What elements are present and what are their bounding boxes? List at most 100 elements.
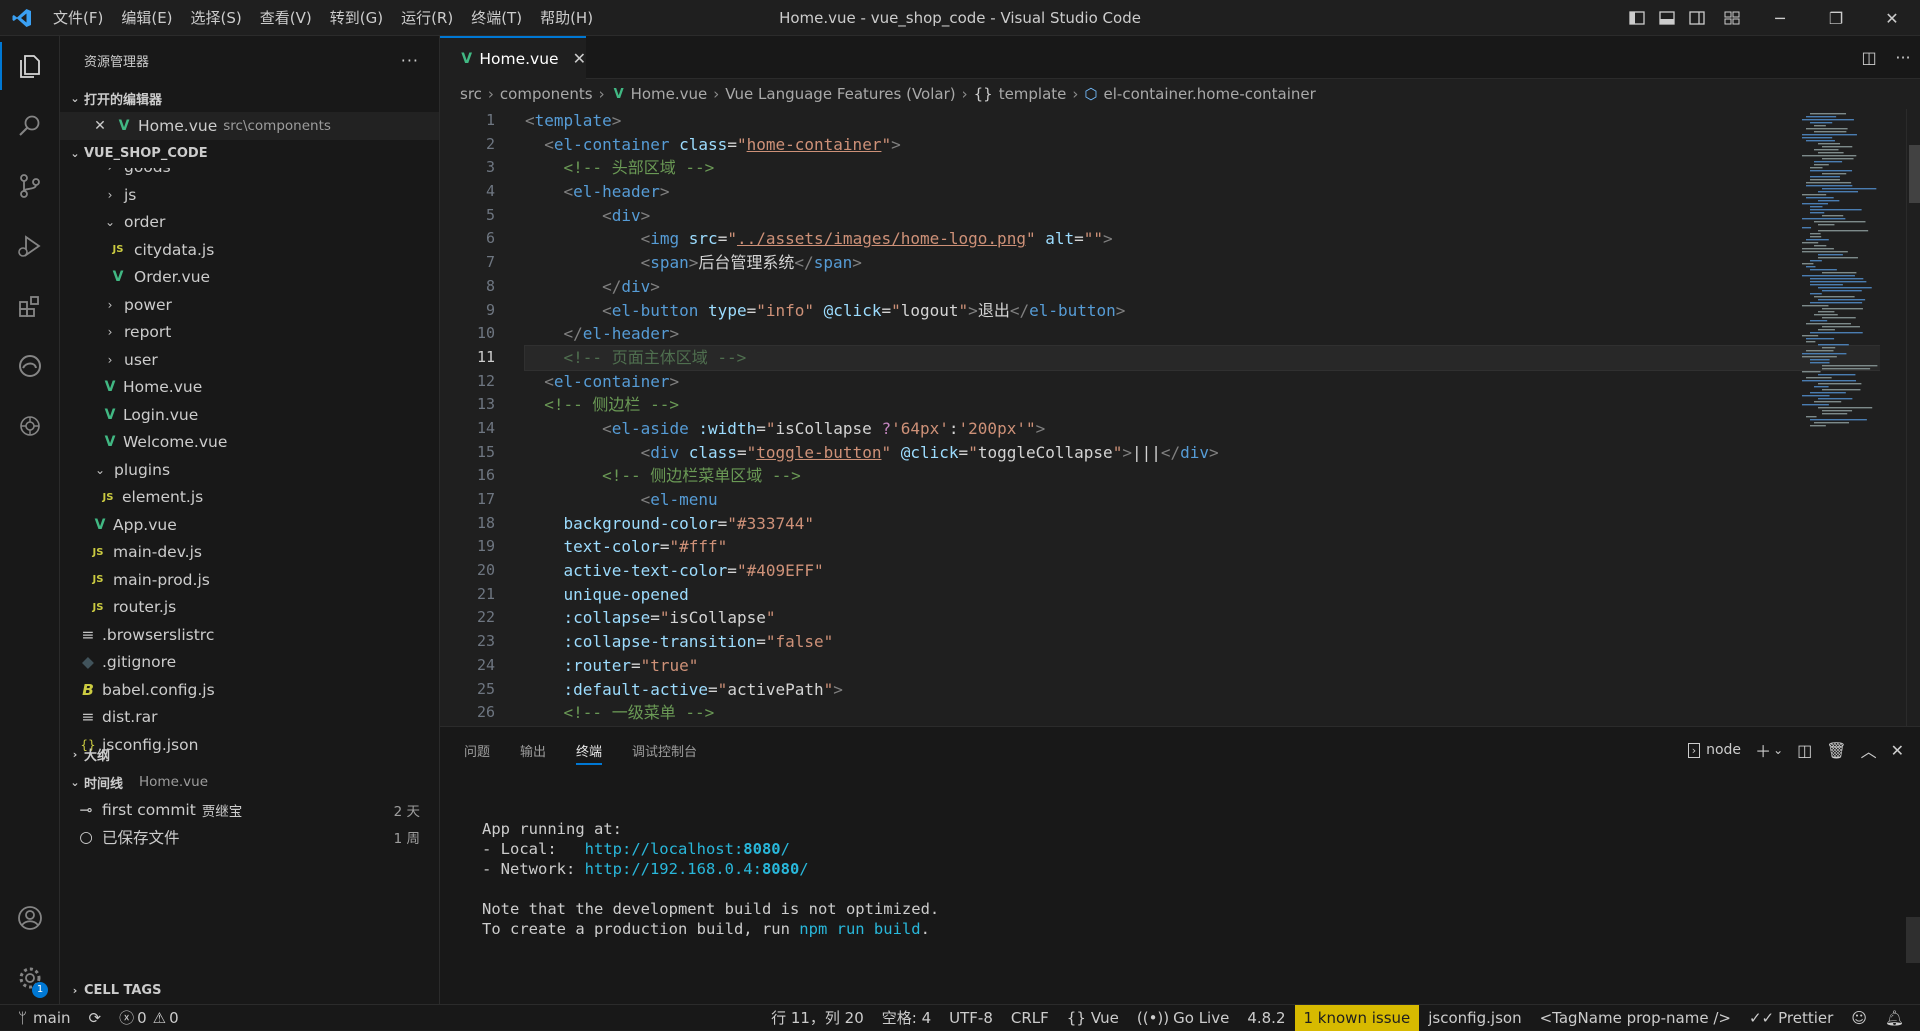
search-icon[interactable] [0,96,60,156]
more-actions-icon[interactable]: ··· [1886,48,1920,67]
timeline-item[interactable]: ○ 已保存文件 1 周 [60,824,440,852]
minimize-icon[interactable]: ─ [1752,0,1808,36]
known-issue-badge[interactable]: 1 known issue [1294,1004,1420,1031]
tree-item[interactable]: V Order.vue [60,264,439,292]
scrollbar-thumb[interactable] [1909,145,1920,203]
tree-item[interactable]: V Welcome.vue [60,429,439,457]
menu-file[interactable]: 文件(F) [44,7,112,28]
tree-item[interactable]: JS router.js [60,594,439,622]
toggle-secondary-sidebar-icon[interactable] [1682,0,1712,36]
shell-name[interactable]: node [1706,742,1741,758]
tree-item[interactable]: V Home.vue [60,374,439,402]
notifications-bell-icon[interactable]: 🔔︎ [1876,1005,1920,1031]
close-tab-icon[interactable]: ✕ [573,49,586,68]
minimap[interactable] [1798,109,1908,429]
open-editor-item[interactable]: ✕ V Home.vue src\components [60,112,439,140]
tree-item[interactable]: ◆ .gitignore [60,649,439,677]
toggle-panel-icon[interactable] [1652,0,1682,36]
tab-terminal[interactable]: 终端 [576,727,603,773]
cell-tags-section[interactable]: › CELL TAGS [60,976,162,1004]
cursor-position[interactable]: 行 11，列 20 [762,1005,873,1031]
toggle-sidebar-icon[interactable] [1622,0,1652,36]
outline-section[interactable]: › 大纲 [60,740,440,768]
account-icon[interactable] [0,888,60,948]
line-ending[interactable]: CRLF [1002,1005,1058,1031]
network-url-link[interactable]: http://192.168.0.4: [585,860,762,878]
tag-name-style[interactable]: <TagName prop-name /> [1531,1005,1740,1031]
tree-item[interactable]: › js [60,181,439,209]
feedback-icon[interactable]: ☺ [1842,1005,1876,1031]
tree-item[interactable]: V App.vue [60,511,439,539]
breadcrumb-components[interactable]: components [500,85,593,103]
close-icon[interactable]: ✕ [90,118,110,134]
open-editors-section[interactable]: ⌄ 打开的编辑器 [60,84,439,112]
encoding[interactable]: UTF-8 [940,1005,1002,1031]
breadcrumb-template[interactable]: template [999,85,1067,103]
local-url-link[interactable]: http://localhost: [585,840,744,858]
customize-layout-icon[interactable] [1712,0,1752,36]
tree-item[interactable]: › user [60,346,439,374]
tree-item[interactable]: › report [60,319,439,347]
branch-status[interactable]: ᛘ main [0,1005,80,1031]
tree-item[interactable]: JS citydata.js [60,236,439,264]
close-window-icon[interactable]: ✕ [1864,0,1920,36]
edge-icon[interactable] [0,336,60,396]
tab-problems[interactable]: 问题 [464,727,490,773]
maximize-panel-icon[interactable]: ︿ [1861,738,1877,762]
tab-output[interactable]: 输出 [520,727,546,773]
code-editor[interactable]: 1 2 3 4 5 6 7 8 9 10 11 12 13 14 15 16 17 18 19 20 21 22 23 24 2… [440,109,1880,726]
breadcrumb-element[interactable]: el-container.home-container [1104,85,1316,103]
menu-view[interactable]: 查看(V) [251,7,321,28]
tree-item[interactable]: JS main-prod.js [60,566,439,594]
ts-version[interactable]: 4.8.2 [1238,1005,1294,1031]
breadcrumb-src[interactable]: src [460,85,482,103]
restore-icon[interactable]: ❐ [1808,0,1864,36]
terminal-output[interactable]: App running at: - Local: http://localhos… [482,819,939,939]
settings-gear-icon[interactable]: 1 [0,948,60,1008]
tree-item[interactable]: JS main-dev.js [60,539,439,567]
menu-go[interactable]: 转到(G) [321,7,392,28]
explorer-icon[interactable] [0,36,60,96]
tree-item[interactable]: ⌄ order [60,209,439,237]
menu-edit[interactable]: 编辑(E) [112,7,181,28]
menu-selection[interactable]: 选择(S) [182,7,251,28]
editor-scrollbar[interactable] [1906,109,1920,726]
tree-item[interactable]: ⌄ plugins [60,456,439,484]
prettier-status[interactable]: ✓✓ Prettier [1740,1005,1842,1031]
split-editor-icon[interactable]: ◫ [1852,48,1886,67]
local-port[interactable]: 8080 [743,840,780,858]
tree-item[interactable]: Bbabel.config.js [60,676,439,704]
tree-item[interactable]: JS element.js [60,484,439,512]
tree-item[interactable]: ≡ .browserslistrc [60,621,439,649]
timeline-item[interactable]: ⊸ first commit 贾继宝 2 天 [60,796,440,824]
close-panel-icon[interactable]: ✕ [1891,741,1904,760]
terminal-scrollbar[interactable] [1906,917,1920,963]
menu-run[interactable]: 运行(R) [392,7,462,28]
breadcrumb-language-features[interactable]: Vue Language Features (Volar) [725,85,955,103]
chevron-down-icon[interactable]: ⌄ [1773,743,1783,757]
language-mode[interactable]: {} Vue [1058,1005,1128,1031]
trash-icon[interactable]: 🗑 [1826,741,1846,760]
tree-item[interactable]: ≡ dist.rar [60,704,439,732]
tree-item[interactable]: › power [60,291,439,319]
tree-item[interactable]: › goods [60,168,439,182]
run-debug-icon[interactable] [0,216,60,276]
go-live-button[interactable]: ((•)) Go Live [1128,1005,1238,1031]
problems-status[interactable]: ⓧ 0 ⚠ 0 [110,1005,188,1031]
menu-help[interactable]: 帮助(H) [531,7,602,28]
config-file[interactable]: jsconfig.json [1419,1005,1530,1031]
indentation[interactable]: 空格: 4 [873,1005,940,1031]
new-terminal-icon[interactable]: ＋ [1755,738,1771,762]
chatgpt-icon[interactable] [0,396,60,456]
breadcrumb-file[interactable]: Home.vue [631,85,708,103]
split-terminal-icon[interactable]: ◫ [1797,741,1812,760]
extensions-icon[interactable] [0,276,60,336]
tab-debug-console[interactable]: 调试控制台 [632,727,697,773]
tab-home-vue[interactable]: V Home.vue ✕ [440,36,586,79]
sync-icon[interactable]: ⟳ [80,1005,111,1031]
source-control-icon[interactable] [0,156,60,216]
project-section[interactable]: ⌄ VUE_SHOP_CODE [60,140,439,168]
timeline-section[interactable]: ⌄ 时间线 Home.vue [60,768,440,796]
network-port[interactable]: 8080 [762,860,799,878]
tree-item[interactable]: V Login.vue [60,401,439,429]
